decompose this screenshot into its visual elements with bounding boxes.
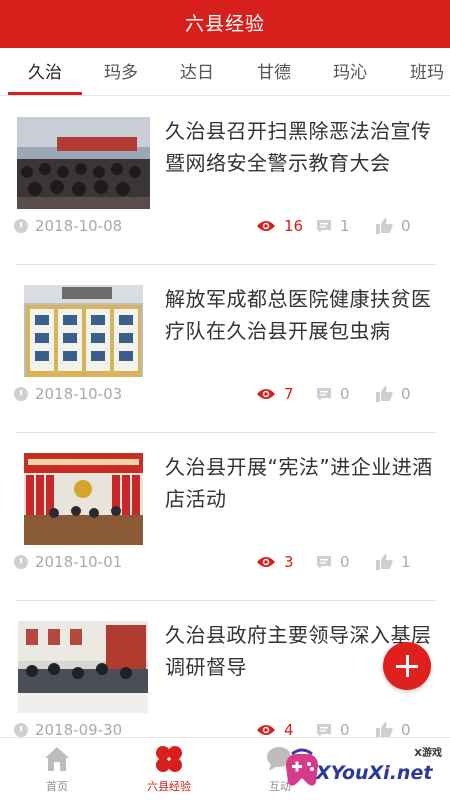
clock-icon [14, 723, 28, 737]
article-date: 2018-10-03 [14, 385, 122, 403]
article-thumbnail[interactable] [18, 621, 148, 713]
article-date: 2018-10-01 [14, 553, 122, 571]
flower-icon [156, 746, 182, 772]
article-date: 2018-10-08 [14, 217, 122, 235]
article-thumbnail[interactable] [24, 453, 143, 545]
thumbs-up-icon [376, 218, 393, 234]
list-item[interactable]: 解放军成都总医院健康扶贫医疗队在久治县开展包虫病 2018-10-03 7 0 … [0, 265, 450, 433]
list-item[interactable]: 久治县召开扫黑除恶法治宣传暨网络安全警示教育大会 2018-10-08 16 1… [0, 97, 450, 265]
watermark-big-text: XYouXi.net [316, 762, 433, 784]
views-text: 7 [284, 385, 294, 403]
tab-banma[interactable]: 班玛 [410, 48, 444, 95]
article-thumbnail[interactable] [17, 117, 150, 209]
article-thumbnail[interactable] [24, 285, 143, 377]
nav-home[interactable]: 首页 [2, 738, 112, 800]
eye-icon [257, 725, 275, 735]
nav-six-counties-label: 六县经验 [147, 780, 191, 793]
app-root: 六县经验 久治 玛多 达日 甘德 玛沁 班玛 久治县召开扫黑除恶法治宣传暨网络安… [0, 0, 450, 800]
tab-maqin[interactable]: 玛沁 [333, 48, 367, 95]
page-title: 六县经验 [0, 0, 450, 48]
tab-maduo[interactable]: 玛多 [104, 48, 138, 95]
nav-home-label: 首页 [46, 780, 68, 793]
home-icon [45, 747, 69, 771]
comment-icon [317, 555, 331, 569]
comments-text: 0 [340, 385, 350, 403]
tab-dari[interactable]: 达日 [180, 48, 214, 95]
date-text: 2018-10-08 [35, 217, 123, 235]
view-count: 16 [256, 217, 303, 235]
clock-icon [14, 555, 28, 569]
tab-gande[interactable]: 甘德 [257, 48, 291, 95]
view-count: 7 [256, 385, 294, 403]
comment-count[interactable]: 1 [316, 217, 350, 235]
thumbs-up-icon [376, 386, 393, 402]
comment-count[interactable]: 0 [316, 385, 350, 403]
watermark-small-text: X游戏 [414, 748, 442, 759]
tab-bar: 久治 玛多 达日 甘德 玛沁 班玛 [0, 48, 450, 96]
active-tab-indicator [8, 92, 82, 95]
article-title[interactable]: 久治县开展“宪法”进企业进酒店活动 [165, 451, 435, 515]
clock-icon [14, 387, 28, 401]
view-count: 3 [256, 553, 294, 571]
date-text: 2018-10-01 [35, 553, 123, 571]
comments-text: 0 [340, 553, 350, 571]
likes-text: 1 [401, 553, 411, 571]
list-item[interactable]: 久治县开展“宪法”进企业进酒店活动 2018-10-01 3 0 1 [0, 433, 450, 601]
eye-icon [257, 557, 275, 567]
comments-text: 1 [340, 217, 350, 235]
comment-icon [317, 219, 331, 233]
views-text: 16 [284, 217, 304, 235]
eye-icon [257, 221, 275, 231]
comment-count[interactable]: 0 [316, 553, 350, 571]
likes-text: 0 [401, 217, 411, 235]
add-button[interactable] [383, 642, 431, 690]
clock-icon [14, 219, 28, 233]
eye-icon [257, 389, 275, 399]
tab-jiuzhi[interactable]: 久治 [28, 48, 62, 95]
article-meta: 2018-10-03 7 0 0 [14, 385, 436, 407]
date-text: 2018-10-03 [35, 385, 123, 403]
like-count[interactable]: 0 [376, 385, 411, 403]
article-title[interactable]: 解放军成都总医院健康扶贫医疗队在久治县开展包虫病 [165, 283, 435, 347]
views-text: 3 [284, 553, 294, 571]
thumbs-up-icon [376, 722, 393, 738]
article-title[interactable]: 久治县召开扫黑除恶法治宣传暨网络安全警示教育大会 [165, 115, 435, 179]
likes-text: 0 [401, 385, 411, 403]
comment-icon [317, 387, 331, 401]
watermark-logo: X游戏 XYouXi.net [280, 742, 450, 800]
article-meta: 2018-10-01 3 0 1 [14, 553, 436, 575]
thumbs-up-icon [376, 554, 393, 570]
comment-icon [317, 723, 331, 737]
like-count[interactable]: 1 [376, 553, 411, 571]
like-count[interactable]: 0 [376, 217, 411, 235]
article-meta: 2018-10-08 16 1 0 [14, 217, 436, 239]
nav-six-counties[interactable]: 六县经验 [114, 738, 224, 800]
